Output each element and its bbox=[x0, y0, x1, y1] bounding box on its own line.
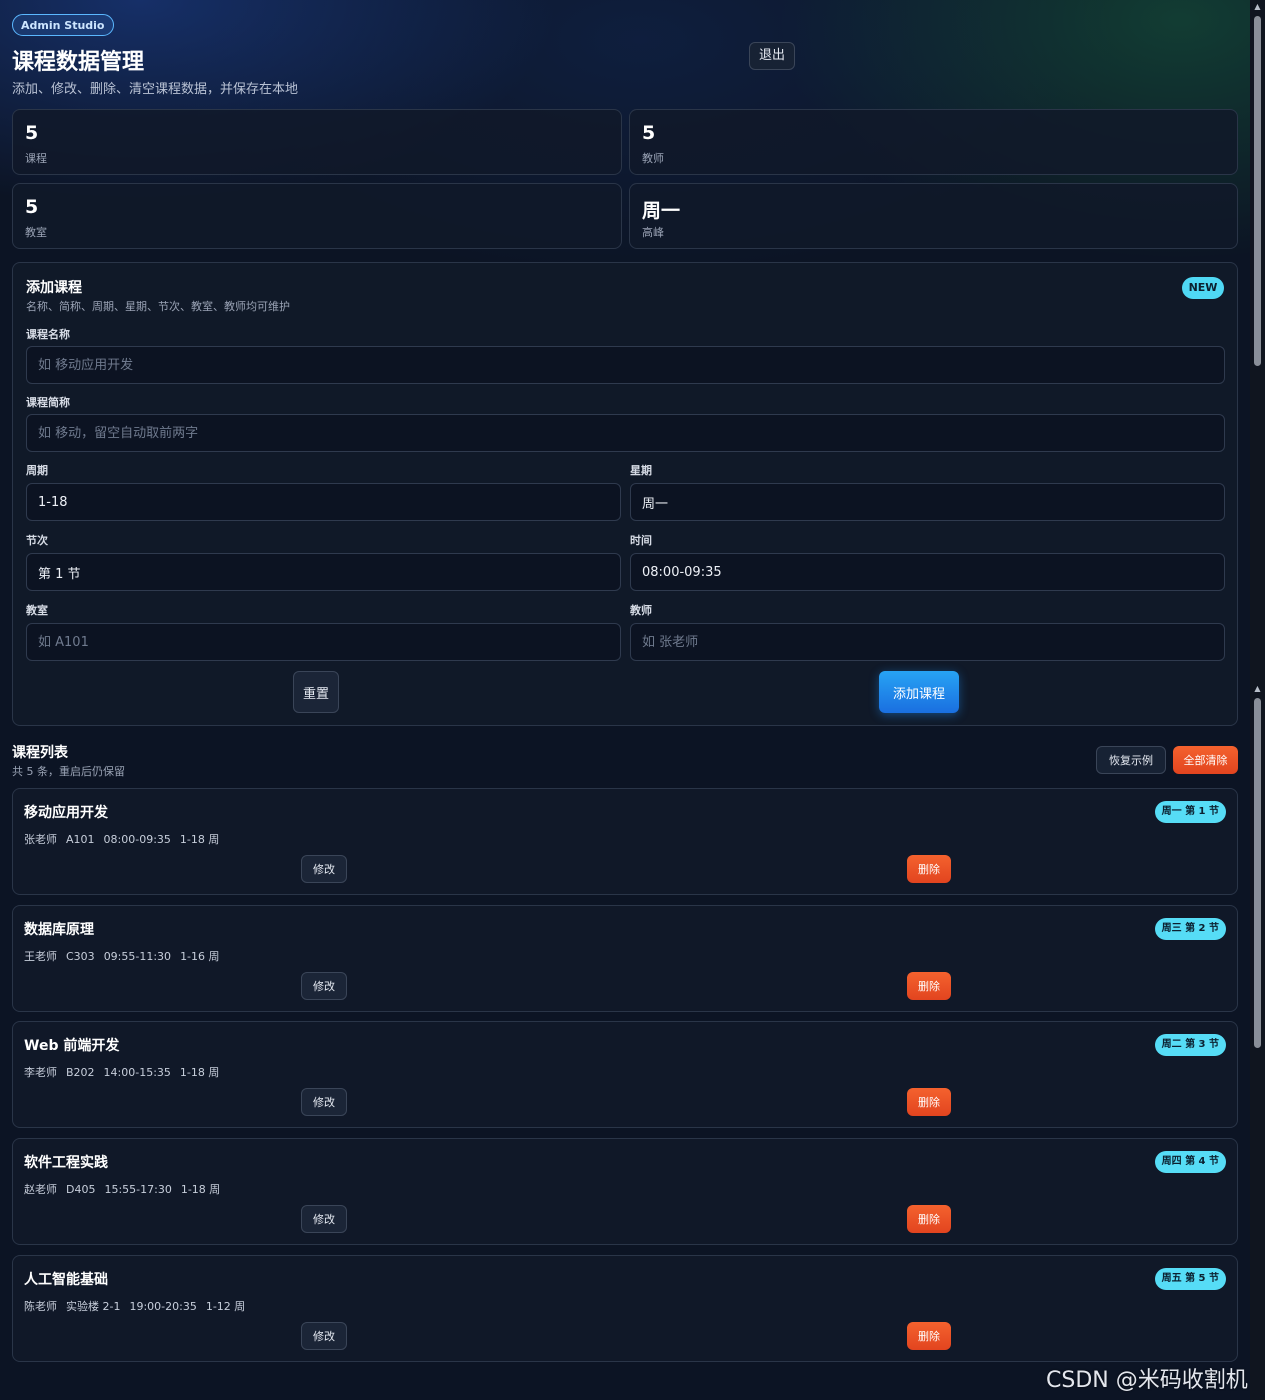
edit-button[interactable]: 修改 bbox=[301, 1088, 347, 1116]
edit-button[interactable]: 修改 bbox=[301, 972, 347, 1000]
course-teacher: 李老师 bbox=[24, 1066, 57, 1079]
schedule-badge: 周二 第 3 节 bbox=[1154, 1034, 1226, 1056]
course-name: 移动应用开发 bbox=[24, 805, 108, 821]
period-select[interactable] bbox=[26, 553, 621, 591]
course-name: Web 前端开发 bbox=[24, 1038, 120, 1054]
course-meta: 张老师 A101 08:00-09:35 1-18 周 bbox=[24, 831, 228, 847]
brand-badge: Admin Studio bbox=[12, 14, 114, 36]
weekday-select[interactable] bbox=[630, 483, 1225, 521]
stat-value: 周一 bbox=[642, 200, 681, 222]
course-weeks: 1-18 周 bbox=[179, 1066, 220, 1079]
teacher-label: 教师 bbox=[630, 604, 652, 617]
edit-button[interactable]: 修改 bbox=[301, 1322, 347, 1350]
course-weeks: 1-12 周 bbox=[205, 1300, 246, 1313]
course-meta: 李老师 B202 14:00-15:35 1-18 周 bbox=[24, 1064, 228, 1080]
course-teacher: 赵老师 bbox=[24, 1183, 57, 1196]
stat-label: 课程 bbox=[25, 152, 47, 165]
stat-card-peak: 周一 高峰 bbox=[629, 183, 1238, 249]
weekday-label: 星期 bbox=[630, 464, 652, 477]
delete-button[interactable]: 删除 bbox=[907, 1088, 951, 1116]
course-meta: 陈老师 实验楼 2-1 19:00-20:35 1-12 周 bbox=[24, 1298, 254, 1314]
course-card: 数据库原理 周三 第 2 节王老师 C303 09:55-11:30 1-16 周修改 删… bbox=[12, 905, 1238, 1012]
form-title: 添加课程 bbox=[26, 280, 82, 296]
stat-label: 教室 bbox=[25, 226, 47, 239]
course-teacher: 张老师 bbox=[24, 833, 57, 846]
list-title: 课程列表 bbox=[12, 745, 68, 761]
course-room: A101 bbox=[66, 833, 95, 846]
period-label: 节次 bbox=[26, 534, 48, 547]
scrollbar-thumb[interactable] bbox=[1254, 698, 1261, 1048]
time-label: 时间 bbox=[630, 534, 652, 547]
course-name-input[interactable] bbox=[26, 346, 1225, 384]
edit-button[interactable]: 修改 bbox=[301, 1205, 347, 1233]
course-name: 人工智能基础 bbox=[24, 1272, 108, 1288]
stat-value: 5 bbox=[25, 196, 39, 218]
form-subtitle: 名称、简称、周期、星期、节次、教室、教师均可维护 bbox=[26, 300, 290, 313]
stat-label: 高峰 bbox=[642, 226, 664, 239]
course-name-label: 课程名称 bbox=[26, 328, 70, 341]
course-room: B202 bbox=[66, 1066, 95, 1079]
weeks-input[interactable] bbox=[26, 483, 621, 521]
course-weeks: 1-18 周 bbox=[179, 833, 220, 846]
room-input[interactable] bbox=[26, 623, 621, 661]
course-card: Web 前端开发 周二 第 3 节李老师 B202 14:00-15:35 1-18 周… bbox=[12, 1021, 1238, 1128]
course-teacher: 陈老师 bbox=[24, 1300, 57, 1313]
add-course-form: 添加课程 名称、简称、周期、星期、节次、教室、教师均可维护 NEW 课程名称 课… bbox=[12, 262, 1238, 726]
schedule-badge: 周一 第 1 节 bbox=[1154, 801, 1226, 823]
course-short-label: 课程简称 bbox=[26, 396, 70, 409]
list-subtitle: 共 5 条，重启后仍保留 bbox=[12, 765, 125, 778]
stat-card-courses: 5 课程 bbox=[12, 109, 622, 175]
schedule-badge: 周五 第 5 节 bbox=[1154, 1268, 1226, 1290]
new-badge: NEW bbox=[1182, 277, 1224, 299]
course-weeks: 1-18 周 bbox=[180, 1183, 221, 1196]
stat-value: 5 bbox=[25, 122, 39, 144]
restore-sample-button[interactable]: 恢复示例 bbox=[1096, 746, 1166, 774]
course-room: C303 bbox=[66, 950, 95, 963]
course-meta: 赵老师 D405 15:55-17:30 1-18 周 bbox=[24, 1181, 229, 1197]
reset-button[interactable]: 重置 bbox=[293, 671, 339, 713]
course-name: 数据库原理 bbox=[24, 922, 94, 938]
course-card: 移动应用开发 周一 第 1 节张老师 A101 08:00-09:35 1-18 周修改… bbox=[12, 788, 1238, 895]
triangle-up-icon[interactable]: ▲ bbox=[1250, 0, 1265, 14]
course-teacher: 王老师 bbox=[24, 950, 57, 963]
teacher-input[interactable] bbox=[630, 623, 1225, 661]
add-course-button[interactable]: 添加课程 bbox=[879, 671, 959, 713]
logout-button[interactable]: 退出 bbox=[749, 42, 795, 70]
course-weeks: 1-16 周 bbox=[180, 950, 220, 963]
course-room: D405 bbox=[66, 1183, 96, 1196]
page-subtitle: 添加、修改、删除、清空课程数据，并保存在本地 bbox=[12, 82, 299, 97]
triangle-up-icon[interactable]: ▲ bbox=[1250, 682, 1265, 696]
edit-button[interactable]: 修改 bbox=[301, 855, 347, 883]
course-card: 软件工程实践 周四 第 4 节赵老师 D405 15:55-17:30 1-18 周修改… bbox=[12, 1138, 1238, 1245]
watermark: CSDN @米码收割机 bbox=[1046, 1368, 1248, 1393]
stat-card-rooms: 5 教室 bbox=[12, 183, 622, 249]
weeks-label: 周期 bbox=[26, 464, 48, 477]
schedule-badge: 周四 第 4 节 bbox=[1154, 1151, 1226, 1173]
time-input[interactable] bbox=[630, 553, 1225, 591]
course-meta: 王老师 C303 09:55-11:30 1-16 周 bbox=[24, 948, 229, 964]
scrollbar-thumb[interactable] bbox=[1254, 16, 1261, 366]
stat-card-teachers: 5 教师 bbox=[629, 109, 1238, 175]
room-label: 教室 bbox=[26, 604, 48, 617]
clear-all-button[interactable]: 全部清除 bbox=[1173, 746, 1238, 774]
course-time: 08:00-09:35 bbox=[103, 833, 171, 846]
course-time: 09:55-11:30 bbox=[103, 950, 172, 963]
course-name: 软件工程实践 bbox=[24, 1155, 108, 1171]
delete-button[interactable]: 删除 bbox=[907, 1322, 951, 1350]
course-time: 15:55-17:30 bbox=[104, 1183, 172, 1196]
stat-label: 教师 bbox=[642, 152, 664, 165]
course-room: 实验楼 2-1 bbox=[66, 1300, 121, 1313]
scrollbar[interactable]: ▲ ▲ bbox=[1250, 0, 1265, 1400]
delete-button[interactable]: 删除 bbox=[907, 855, 951, 883]
delete-button[interactable]: 删除 bbox=[907, 1205, 951, 1233]
schedule-badge: 周三 第 2 节 bbox=[1154, 918, 1226, 940]
course-time: 14:00-15:35 bbox=[103, 1066, 171, 1079]
page-title: 课程数据管理 bbox=[12, 50, 145, 75]
course-time: 19:00-20:35 bbox=[129, 1300, 197, 1313]
page: Admin Studio 课程数据管理 添加、修改、删除、清空课程数据，并保存在… bbox=[0, 0, 1250, 1400]
delete-button[interactable]: 删除 bbox=[907, 972, 951, 1000]
course-card: 人工智能基础 周五 第 5 节陈老师 实验楼 2-1 19:00-20:35 1-12 … bbox=[12, 1255, 1238, 1362]
stat-value: 5 bbox=[642, 122, 656, 144]
course-short-input[interactable] bbox=[26, 414, 1225, 452]
